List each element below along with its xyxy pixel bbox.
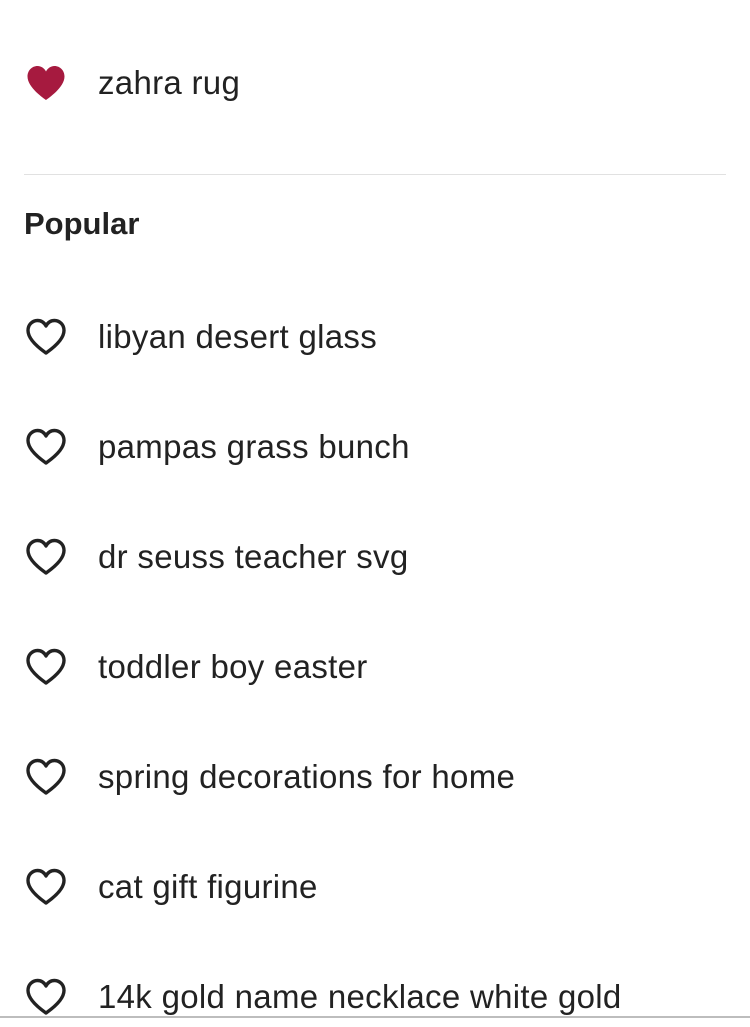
popular-item[interactable]: libyan desert glass	[0, 307, 750, 367]
favorite-search-item[interactable]: zahra rug	[0, 53, 750, 113]
popular-item-label: 14k gold name necklace white gold	[98, 978, 622, 1015]
popular-item[interactable]: spring decorations for home	[0, 747, 750, 807]
popular-item-label: toddler boy easter	[98, 648, 368, 685]
popular-item[interactable]: 14k gold name necklace white gold	[0, 967, 750, 1027]
section-divider	[24, 174, 726, 175]
popular-item-label: libyan desert glass	[98, 318, 378, 355]
favorite-search-label: zahra rug	[98, 64, 241, 101]
popular-item[interactable]: toddler boy easter	[0, 637, 750, 697]
heart-outline-icon[interactable]	[24, 757, 68, 797]
popular-item[interactable]: cat gift figurine	[0, 857, 750, 917]
heart-outline-icon[interactable]	[24, 647, 68, 687]
popular-item-label: spring decorations for home	[98, 758, 516, 795]
heart-outline-icon[interactable]	[24, 867, 68, 907]
popular-item[interactable]: pampas grass bunch	[0, 417, 750, 477]
popular-section-heading: Popular	[24, 206, 140, 241]
heart-outline-icon[interactable]	[24, 537, 68, 577]
popular-item-label: pampas grass bunch	[98, 428, 410, 465]
heart-filled-icon[interactable]	[24, 63, 68, 103]
popular-item-label: dr seuss teacher svg	[98, 538, 409, 575]
heart-outline-icon[interactable]	[24, 427, 68, 467]
popular-item-label: cat gift figurine	[98, 868, 318, 905]
popular-item[interactable]: dr seuss teacher svg	[0, 527, 750, 587]
heart-outline-icon[interactable]	[24, 317, 68, 357]
heart-outline-icon[interactable]	[24, 977, 68, 1017]
